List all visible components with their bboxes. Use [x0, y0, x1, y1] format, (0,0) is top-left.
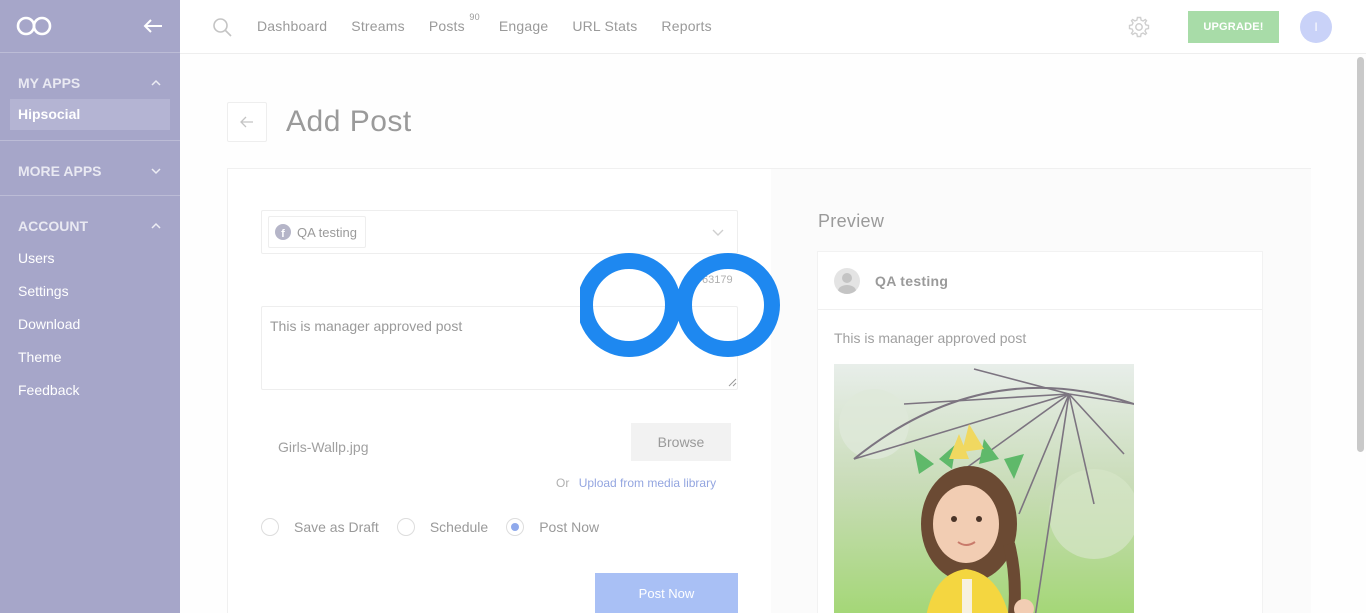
nav-streams[interactable]: Streams: [351, 18, 405, 34]
sidebar-item-feedback[interactable]: Feedback: [10, 374, 170, 407]
sidebar-item-theme[interactable]: Theme: [10, 341, 170, 374]
sidebar-header: [0, 0, 180, 53]
schedule-radio[interactable]: [396, 518, 415, 536]
preview-image: [834, 364, 1134, 613]
sidebar-item-download[interactable]: Download: [10, 308, 170, 341]
selected-account-chip[interactable]: f QA testing: [268, 216, 366, 248]
browse-button[interactable]: Browse: [631, 423, 731, 461]
sidebar-section-account: ACCOUNT Users Settings Download Theme Fe…: [0, 196, 180, 417]
preview-pane: Preview QA testing This is manager appro…: [771, 169, 1311, 613]
gear-icon[interactable]: [1127, 15, 1151, 39]
preview-header: QA testing: [818, 252, 1262, 310]
arrow-left-icon: [240, 116, 253, 128]
post-now-label[interactable]: Post Now: [539, 519, 599, 535]
search-icon[interactable]: [212, 17, 232, 37]
section-title: MY APPS: [18, 75, 81, 91]
account-select[interactable]: f QA testing: [261, 210, 738, 254]
chevron-up-icon: [151, 222, 161, 229]
sidebar-item-users[interactable]: Users: [10, 242, 170, 275]
post-now-button[interactable]: Post Now: [595, 573, 738, 613]
section-title: MORE APPS: [18, 163, 102, 179]
sidebar-item-settings[interactable]: Settings: [10, 275, 170, 308]
account-chip-label: QA testing: [297, 224, 357, 240]
nav-posts[interactable]: Posts 90: [428, 12, 480, 34]
upload-media-library-link[interactable]: Upload from media library: [579, 476, 716, 490]
collapse-sidebar-icon[interactable]: [142, 15, 164, 37]
nav-reports[interactable]: Reports: [661, 18, 711, 34]
save-draft-label[interactable]: Save as Draft: [294, 519, 379, 535]
post-now-radio[interactable]: [506, 518, 525, 536]
sidebar-section-more-apps: MORE APPS: [0, 141, 180, 196]
preview-text: This is manager approved post: [834, 330, 1027, 346]
preview-card: QA testing This is manager approved post: [817, 251, 1263, 613]
facebook-icon: f: [275, 224, 291, 240]
section-toggle-my-apps[interactable]: MY APPS: [0, 63, 180, 99]
main-nav: Dashboard Streams Posts 90 Engage URL St…: [257, 12, 736, 34]
section-toggle-account[interactable]: ACCOUNT: [0, 206, 180, 242]
schedule-label[interactable]: Schedule: [430, 519, 488, 535]
upgrade-button[interactable]: UPGRADE!: [1188, 11, 1279, 43]
preview-avatar: [834, 267, 860, 294]
sidebar-section-my-apps: MY APPS Hipsocial: [0, 53, 180, 141]
girl-with-umbrella-image: [834, 364, 1134, 613]
save-draft-radio[interactable]: [261, 518, 279, 536]
chevron-down-icon: [712, 229, 724, 236]
file-upload-row: Girls-Wallp.jpg Browse: [261, 417, 738, 473]
chevron-up-icon: [151, 79, 161, 86]
media-or-label: Or: [556, 476, 570, 490]
posts-count-badge: 90: [469, 12, 480, 22]
post-option-group: Save as Draft Schedule Post Now: [261, 518, 617, 536]
page-scrollbar[interactable]: [1357, 57, 1364, 452]
page-title: Add Post: [286, 105, 412, 138]
nav-dashboard[interactable]: Dashboard: [257, 18, 327, 34]
media-library-row: Or Upload from media library: [556, 476, 716, 490]
section-toggle-more-apps[interactable]: MORE APPS: [0, 151, 180, 183]
preview-title: Preview: [818, 211, 885, 231]
app-logo-icon[interactable]: [16, 15, 52, 37]
file-name: Girls-Wallp.jpg: [278, 439, 369, 455]
nav-posts-label: Posts: [428, 18, 465, 34]
chevron-down-icon: [151, 168, 161, 175]
sidebar-item-hipsocial[interactable]: Hipsocial: [10, 99, 170, 130]
nav-url-stats[interactable]: URL Stats: [572, 18, 637, 34]
user-avatar[interactable]: I: [1300, 11, 1332, 43]
top-bar: Dashboard Streams Posts 90 Engage URL St…: [180, 0, 1366, 54]
section-title: ACCOUNT: [18, 218, 88, 234]
sidebar: MY APPS Hipsocial MORE APPS ACCOUNT User…: [0, 0, 180, 613]
preview-account-name: QA testing: [875, 272, 949, 289]
back-button[interactable]: [227, 102, 267, 142]
resize-handle-icon[interactable]: [728, 378, 737, 387]
nav-engage[interactable]: Engage: [499, 18, 548, 34]
loading-spinner-icon: [580, 253, 780, 357]
add-post-card: f QA testing 63179 This is manager appro…: [227, 168, 1311, 613]
